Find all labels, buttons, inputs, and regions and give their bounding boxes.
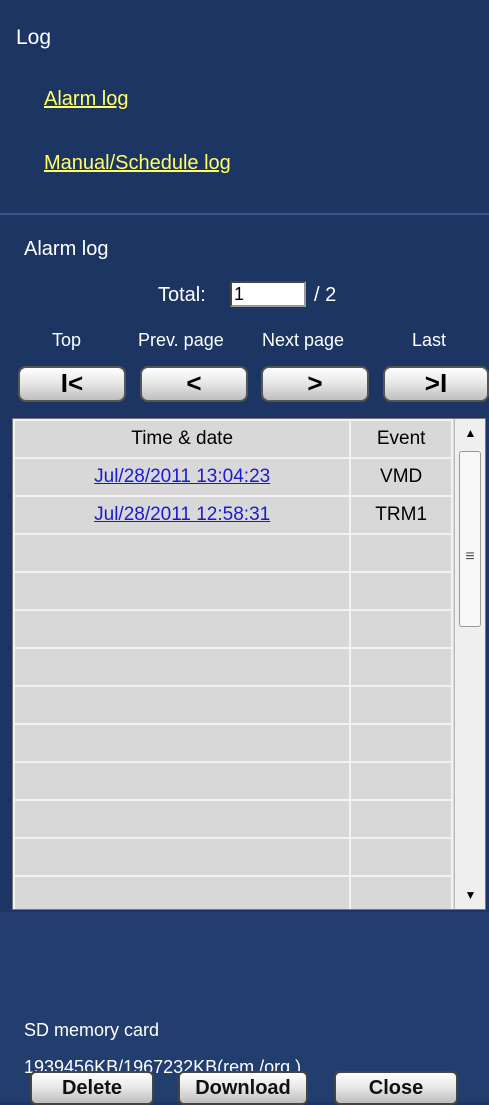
time-date-cell	[13, 837, 352, 877]
next-page-label: Next page	[262, 330, 345, 350]
event-cell: VMD	[349, 457, 453, 497]
top-label: Top	[52, 330, 82, 350]
event-cell	[349, 533, 453, 573]
scroll-up-arrow-icon[interactable]: ▲	[455, 419, 485, 447]
top-button[interactable]: I<	[18, 366, 126, 402]
prev-page-label: Prev. page	[138, 330, 224, 350]
event-cell	[349, 647, 453, 687]
alarm-log-title: Alarm log	[24, 238, 109, 260]
time-date-cell	[13, 685, 352, 725]
time-date-header: Time & date	[13, 419, 352, 459]
table-scrollbar[interactable]: ▲ ≡ ▼	[454, 419, 485, 909]
table-row: Jul/28/2011 12:58:31 TRM1	[13, 495, 453, 535]
table-row	[13, 685, 453, 725]
download-button[interactable]: Download	[178, 1071, 308, 1105]
total-label: Total:	[158, 284, 206, 306]
table-row: Jul/28/2011 13:04:23 VMD	[13, 457, 453, 497]
delete-button[interactable]: Delete	[30, 1071, 154, 1105]
table-row	[13, 875, 453, 909]
event-cell	[349, 685, 453, 725]
last-label: Last	[412, 330, 447, 350]
scroll-thumb[interactable]: ≡	[459, 451, 481, 627]
time-date-link[interactable]: Jul/28/2011 13:04:23	[94, 466, 270, 487]
time-date-cell	[13, 609, 352, 649]
grip-icon: ≡	[465, 548, 475, 565]
event-cell	[349, 837, 453, 877]
event-cell: TRM1	[349, 495, 453, 535]
time-date-cell: Jul/28/2011 13:04:23	[13, 457, 352, 497]
log-panel: Log Alarm log Manual/Schedule log	[0, 0, 489, 213]
time-date-cell	[13, 723, 352, 763]
event-cell	[349, 875, 453, 909]
table-row	[13, 761, 453, 801]
alarm-log-table: Time & date Event Jul/28/2011 13:04:23 VM…	[12, 418, 486, 910]
prev-page-button[interactable]: <	[140, 366, 248, 402]
time-date-link[interactable]: Jul/28/2011 12:58:31	[94, 504, 270, 525]
table-row	[13, 533, 453, 573]
table-row	[13, 723, 453, 763]
total-pages: / 2	[314, 284, 337, 306]
next-page-button[interactable]: >	[261, 366, 369, 402]
event-cell	[349, 799, 453, 839]
table-row	[13, 571, 453, 611]
alarm-log-link[interactable]: Alarm log	[44, 88, 128, 111]
sd-card-label: SD memory card	[24, 1020, 160, 1040]
time-date-cell	[13, 875, 352, 909]
table-row	[13, 609, 453, 649]
event-cell	[349, 723, 453, 763]
time-date-cell	[13, 647, 352, 687]
log-title: Log	[16, 26, 52, 49]
table-header-row: Time & date Event	[13, 419, 453, 459]
table-row	[13, 837, 453, 877]
event-cell	[349, 761, 453, 801]
manual-schedule-log-link[interactable]: Manual/Schedule log	[44, 152, 231, 175]
event-header: Event	[349, 419, 453, 459]
time-date-cell: Jul/28/2011 12:58:31	[13, 495, 352, 535]
event-cell	[349, 609, 453, 649]
table-row	[13, 647, 453, 687]
page-number-input[interactable]: 1	[230, 281, 306, 307]
last-button[interactable]: >I	[383, 366, 489, 402]
time-date-cell	[13, 571, 352, 611]
time-date-cell	[13, 799, 352, 839]
event-cell	[349, 571, 453, 611]
scroll-down-arrow-icon[interactable]: ▼	[455, 881, 485, 909]
time-date-cell	[13, 761, 352, 801]
time-date-cell	[13, 533, 352, 573]
close-button[interactable]: Close	[334, 1071, 458, 1105]
table-row	[13, 799, 453, 839]
log-table: Time & date Event Jul/28/2011 13:04:23 VM…	[13, 419, 453, 909]
divider	[0, 213, 489, 215]
